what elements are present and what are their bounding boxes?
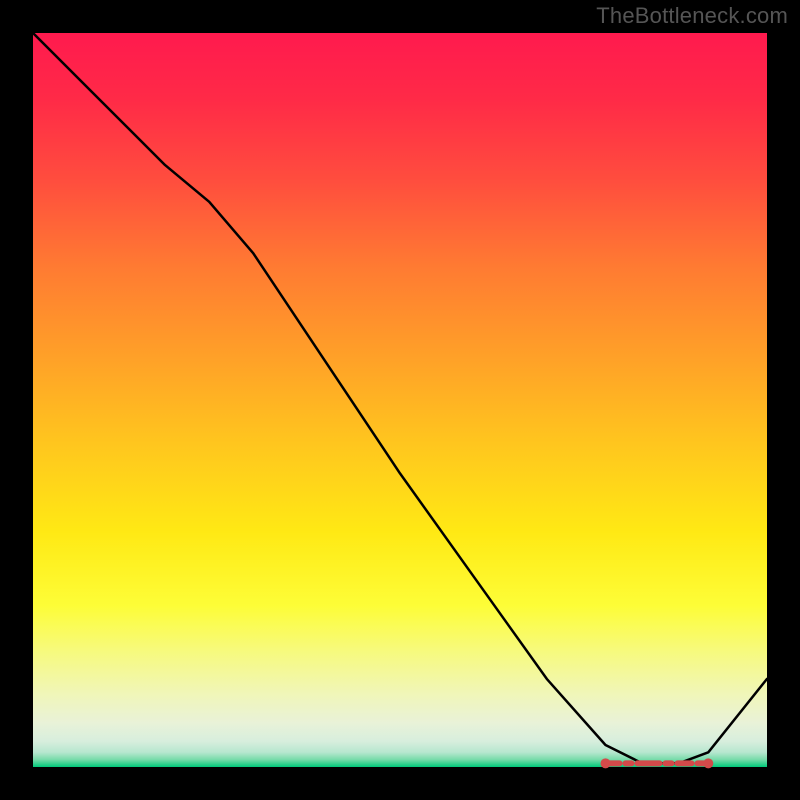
chart-frame: TheBottleneck.com — [0, 0, 800, 800]
watermark-text: TheBottleneck.com — [596, 3, 788, 29]
bottleneck-curve — [33, 33, 767, 763]
plot-area — [33, 33, 767, 767]
curve-svg — [33, 33, 767, 767]
optimal-markers — [601, 758, 714, 768]
